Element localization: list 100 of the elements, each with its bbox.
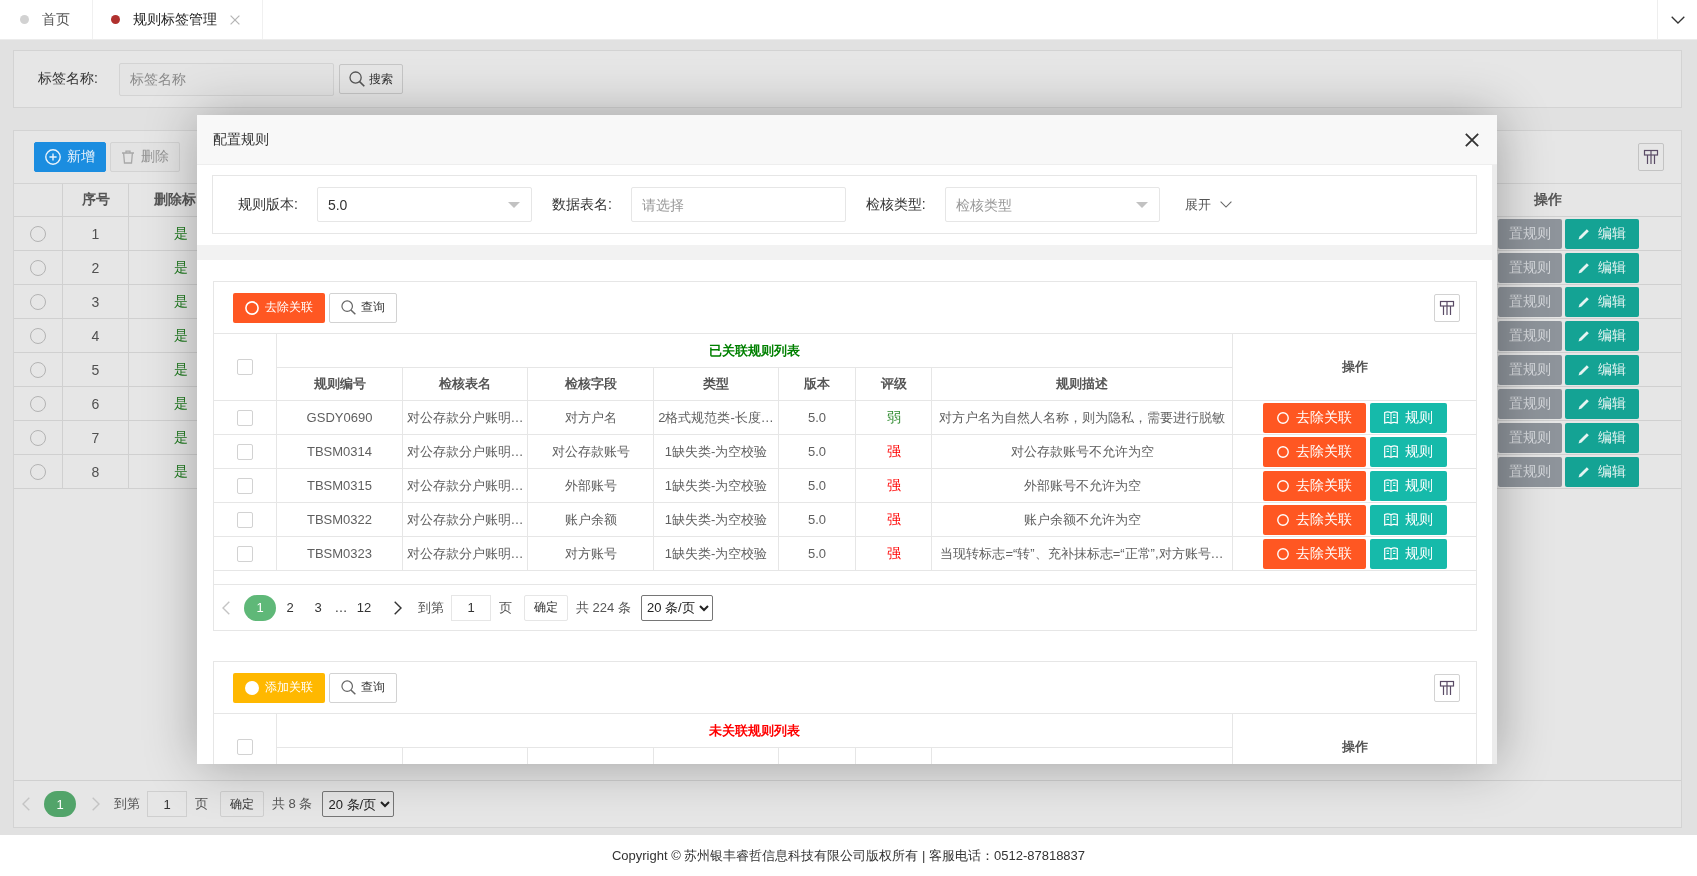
search-button[interactable]: 搜索 — [338, 64, 403, 94]
radio-button[interactable] — [30, 259, 46, 276]
association-button[interactable]: 添加关联 — [233, 672, 325, 703]
configure-button[interactable]: 置规则 — [1498, 388, 1562, 419]
dropdown-field[interactable]: 检核类型 — [944, 187, 1160, 222]
rules-button[interactable]: 规则 — [1369, 436, 1447, 467]
column-header: 删除标 — [154, 191, 196, 209]
edit-button[interactable]: 编辑 — [1565, 354, 1639, 385]
field-label: 数据表名: — [551, 195, 612, 214]
rules-button[interactable]: 规则 — [1369, 504, 1447, 535]
input-field[interactable]: 请选择 — [630, 187, 846, 222]
unlink-button[interactable]: 去除关联 — [1262, 504, 1366, 535]
table-cell: 5 — [63, 353, 129, 386]
radio-button[interactable] — [30, 463, 46, 480]
configure-button[interactable]: 置规则 — [1498, 252, 1562, 283]
column-header: 规则编号 — [313, 375, 366, 393]
checkbox[interactable] — [237, 511, 253, 528]
configure-button[interactable]: 置规则 — [1498, 422, 1562, 453]
configure-button[interactable]: 置规则 — [1498, 286, 1562, 317]
radio-button[interactable] — [30, 293, 46, 310]
radio-button[interactable] — [30, 429, 46, 446]
checkbox[interactable] — [237, 409, 253, 426]
rules-button[interactable]: 规则 — [1369, 470, 1447, 501]
unlink-button[interactable]: 去除关联 — [1262, 538, 1366, 569]
table-cell: 5.0 — [779, 537, 856, 570]
copyright-text: Copyright © 苏州银丰睿哲信息科技有限公司版权所有 | 客服电话：0512-87818837 — [611, 846, 1086, 865]
field-label: 检核类型: — [865, 195, 926, 214]
ring-icon — [245, 300, 259, 315]
dropdown-field[interactable]: 5.0 — [316, 187, 532, 222]
search-field[interactable]: 标签名称 — [118, 62, 334, 96]
page-unit: 页 — [195, 795, 208, 813]
column-filter-button[interactable] — [1638, 143, 1664, 171]
page-input[interactable]: 1 — [451, 594, 491, 621]
goto-label: 到第 — [114, 795, 140, 813]
total-count: 共 8 条 — [272, 795, 313, 813]
configure-button[interactable]: 置规则 — [1498, 354, 1562, 385]
pencil-icon — [1578, 227, 1590, 240]
table-cell: 当现转标志=“转”、充补抹标志=“正常”,对方账号… — [932, 537, 1233, 570]
close-icon[interactable] — [1465, 132, 1479, 147]
radio-button[interactable] — [30, 225, 46, 242]
field-label: 标签名称: — [38, 70, 98, 88]
edit-button[interactable]: 编辑 — [1565, 320, 1639, 351]
unlink-button[interactable]: 去除关联 — [1262, 402, 1366, 433]
edit-button[interactable]: 编辑 — [1565, 422, 1639, 453]
query-button[interactable]: 查询 — [329, 292, 397, 323]
columns-icon — [1439, 679, 1455, 696]
columns-icon — [1643, 149, 1659, 165]
caret-down-icon — [1135, 202, 1148, 208]
page-input[interactable]: 1 — [147, 791, 187, 817]
edit-button[interactable]: 编辑 — [1565, 456, 1639, 487]
table-cell: 账户余额不允许为空 — [932, 503, 1233, 536]
page-button[interactable]: 12 — [350, 594, 378, 621]
page-size-select[interactable]: 20 条/页 — [322, 791, 395, 817]
query-button[interactable]: 查询 — [329, 672, 397, 703]
page-size-select[interactable]: 20 条/页 — [640, 594, 713, 621]
unlink-button[interactable]: 去除关联 — [1262, 470, 1366, 501]
caret-down-icon — [507, 202, 520, 208]
page-button[interactable]: 1 — [44, 791, 76, 817]
dot-icon — [111, 15, 120, 24]
ring-icon — [1276, 547, 1289, 560]
configure-button[interactable]: 置规则 — [1498, 320, 1562, 351]
checkbox[interactable] — [237, 545, 253, 562]
association-button[interactable]: 去除关联 — [233, 292, 325, 323]
radio-button[interactable] — [30, 327, 46, 344]
edit-button[interactable]: 编辑 — [1565, 388, 1639, 419]
page-button[interactable]: 1 — [244, 594, 276, 621]
table-cell: 7 — [63, 421, 129, 454]
page-unit: 页 — [499, 598, 512, 617]
configure-button[interactable]: 置规则 — [1498, 456, 1562, 487]
table-cell: 对公存款分户账明… — [403, 469, 528, 502]
search-icon — [341, 300, 356, 315]
radio-button[interactable] — [30, 395, 46, 412]
checkbox[interactable] — [237, 443, 253, 460]
tab[interactable]: 首页 — [0, 0, 93, 39]
checkbox[interactable] — [237, 477, 253, 494]
expand-toggle[interactable]: 展开 — [1184, 195, 1232, 214]
page-button[interactable]: 3 — [304, 594, 332, 621]
add-button[interactable]: 新增 — [34, 142, 106, 172]
configure-button[interactable]: 置规则 — [1498, 218, 1562, 249]
rules-button[interactable]: 规则 — [1369, 538, 1447, 569]
edit-button[interactable]: 编辑 — [1565, 218, 1639, 249]
radio-button[interactable] — [30, 361, 46, 378]
confirm-button[interactable]: 确定 — [524, 594, 568, 621]
column-filter-button[interactable] — [1434, 673, 1460, 702]
pencil-icon — [1578, 261, 1590, 274]
confirm-button[interactable]: 确定 — [220, 791, 264, 817]
edit-button[interactable]: 编辑 — [1565, 252, 1639, 283]
total-count: 共 224 条 — [576, 598, 631, 617]
scrollbar[interactable] — [1492, 165, 1497, 764]
column-filter-button[interactable] — [1434, 293, 1460, 322]
chevron-right-icon[interactable] — [394, 600, 402, 615]
select-all-checkbox[interactable] — [237, 739, 253, 755]
table-cell: 8 — [63, 455, 129, 488]
select-all-checkbox[interactable] — [237, 359, 253, 375]
tab[interactable]: 规则标签管理 — [93, 0, 263, 39]
rules-button[interactable]: 规则 — [1369, 402, 1447, 433]
page-button[interactable]: 2 — [276, 594, 304, 621]
edit-button[interactable]: 编辑 — [1565, 286, 1639, 317]
table-cell: 4 — [63, 319, 129, 352]
unlink-button[interactable]: 去除关联 — [1262, 436, 1366, 467]
